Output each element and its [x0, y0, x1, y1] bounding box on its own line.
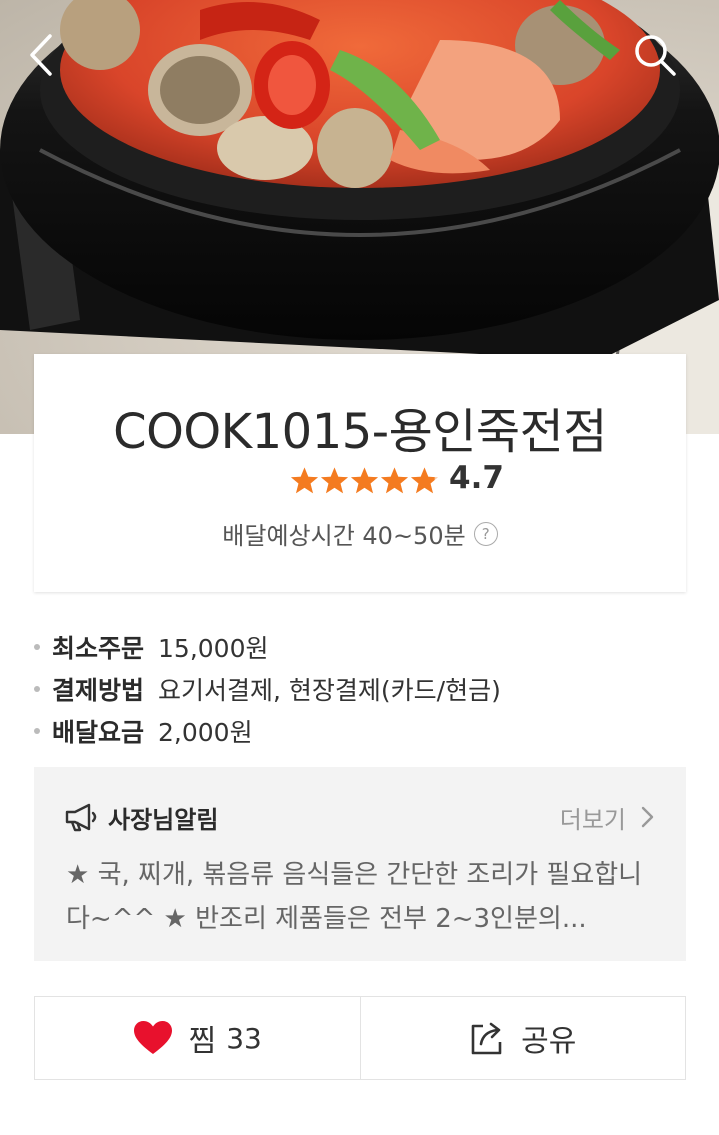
notice-more-button[interactable]: 더보기: [560, 800, 658, 834]
info-key: 최소주문: [52, 634, 145, 663]
like-label: 찜: [188, 1024, 217, 1059]
delivery-time-text: 배달예상시간 40~50분: [222, 522, 466, 550]
bullet-dot: [34, 644, 40, 650]
action-bar: 찜 33 공유: [34, 996, 686, 1080]
store-name: COOK1015-용인죽전점: [113, 404, 607, 460]
search-button[interactable]: [632, 32, 692, 92]
heart-icon: [133, 1020, 173, 1056]
more-label: 더보기: [559, 805, 626, 834]
star-icon: [411, 467, 438, 493]
info-value: 2,000원: [158, 718, 253, 747]
notice-header: 사장님알림: [64, 800, 218, 834]
star-icon: [381, 467, 408, 493]
star-icon: [321, 467, 348, 493]
rating-value: 4.7: [449, 460, 504, 496]
star-icon: [351, 467, 378, 493]
help-icon[interactable]: ?: [473, 521, 498, 546]
bullet-dot: [34, 686, 40, 692]
owner-notice[interactable]: 사장님알림 더보기 ★ 국, 찌개, 볶음류 음식들은 간단한 조리가 필요합니…: [34, 767, 686, 961]
notice-body: ★ 국, 찌개, 볶음류 음식들은 간단한 조리가 필요합니다~^^ ★ 반조리…: [66, 860, 643, 934]
share-label: 공유: [521, 1024, 577, 1059]
chevron-right-icon: [641, 806, 654, 828]
star-icon: [291, 467, 318, 493]
store-details-list: 최소주문 15,000원 결제방법 요기서결제, 현장결제(카드/현금) 배달요…: [34, 626, 686, 752]
share-button[interactable]: 공유: [359, 997, 686, 1079]
share-icon: [469, 1020, 505, 1056]
delivery-time: 배달예상시간 40~50분 ?: [34, 516, 686, 551]
info-key: 결제방법: [52, 676, 145, 705]
payment-method-row: 결제방법 요기서결제, 현장결제(카드/현금): [34, 668, 686, 710]
search-icon: [635, 35, 676, 76]
info-value: 요기서결제, 현장결제(카드/현금): [158, 676, 501, 705]
store-info-card: COOK1015-용인죽전점 4.7 배달예상시간 40~50분 ?: [34, 354, 686, 592]
delivery-fee-row: 배달요금 2,000원: [34, 710, 686, 752]
info-value: 15,000원: [158, 634, 269, 663]
notice-title: 사장님알림: [108, 805, 219, 834]
back-button[interactable]: [24, 32, 84, 92]
min-order-row: 최소주문 15,000원: [34, 626, 686, 668]
like-button[interactable]: 찜 33: [35, 997, 360, 1079]
like-count: 33: [226, 1021, 262, 1055]
megaphone-icon: [65, 803, 97, 832]
info-key: 배달요금: [52, 718, 145, 747]
rating-stars: [290, 462, 440, 498]
bullet-dot: [34, 728, 40, 734]
back-arrow-icon: [30, 34, 52, 76]
